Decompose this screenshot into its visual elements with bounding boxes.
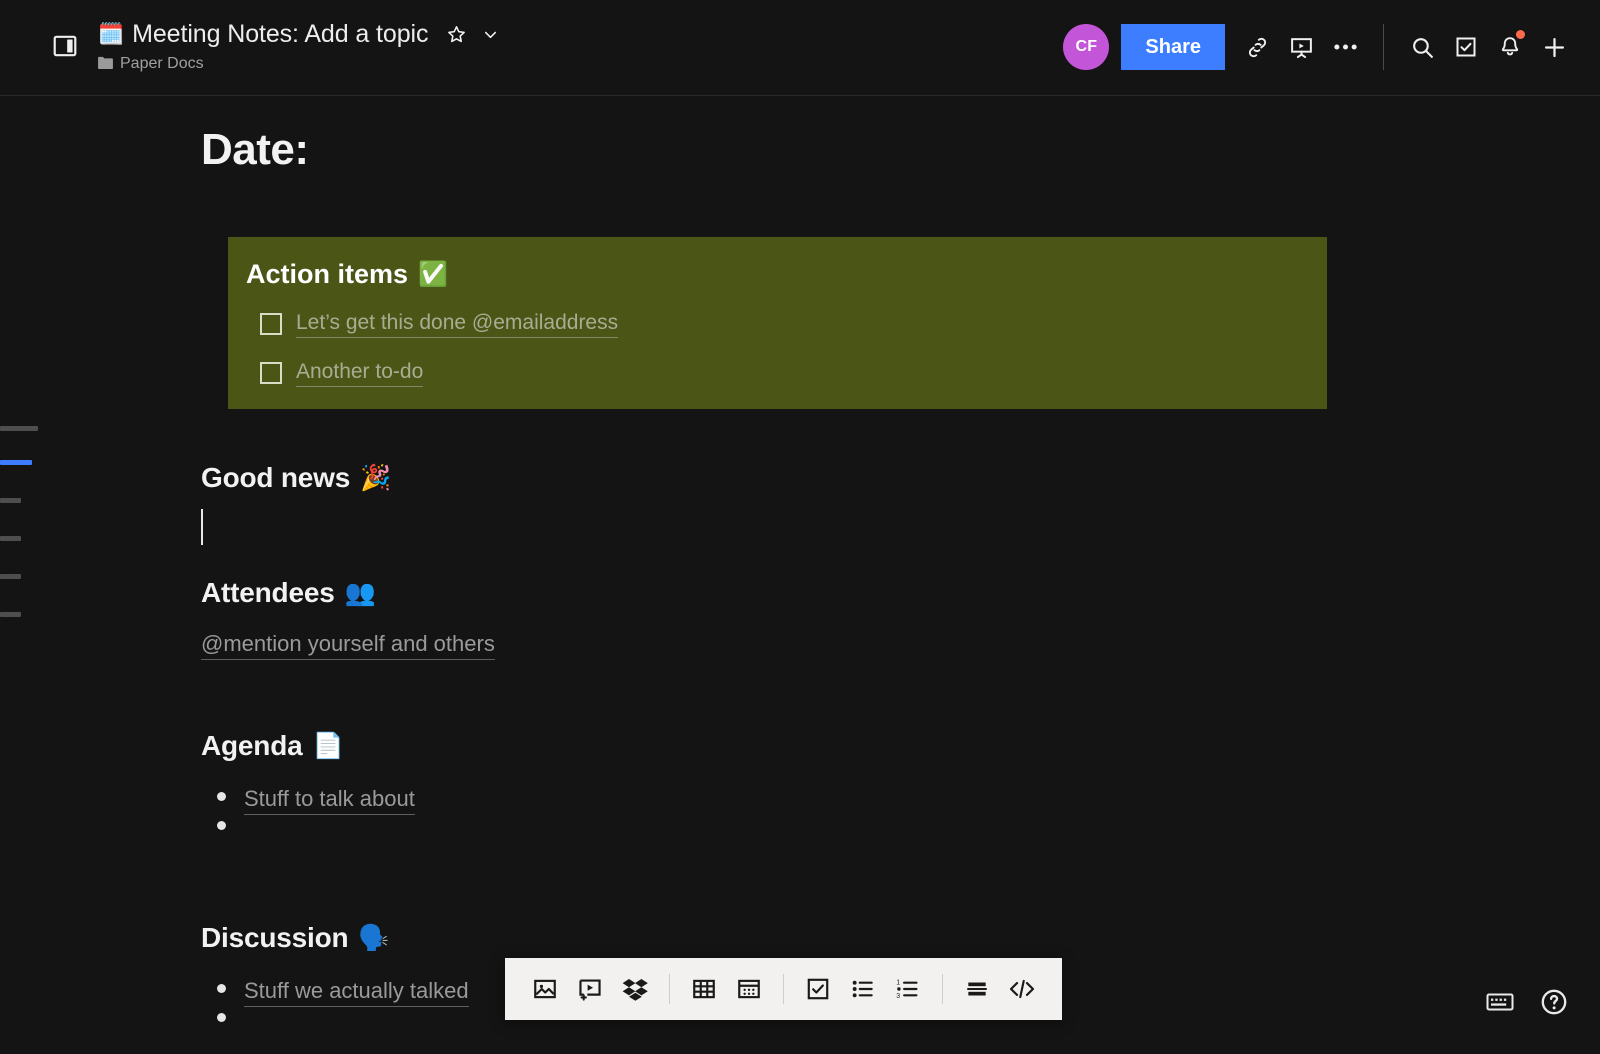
- insert-video-icon[interactable]: [568, 965, 613, 1013]
- breadcrumb-label: Paper Docs: [120, 55, 204, 72]
- todos-icon[interactable]: [1444, 24, 1488, 70]
- svg-text:1: 1: [896, 980, 900, 987]
- list-item[interactable]: [217, 821, 244, 835]
- attendees-placeholder-text[interactable]: @mention yourself and others: [201, 631, 495, 660]
- todo-label[interactable]: Let’s get this done @emailaddress: [296, 311, 619, 338]
- top-bar: 🗓️ Meeting Notes: Add a topic Paper Docs: [0, 0, 1600, 96]
- check-mark-emoji-icon: ✅: [418, 260, 448, 288]
- section-heading-attendees[interactable]: Attendees 👥: [201, 577, 376, 609]
- insert-toolbar[interactable]: 1 3: [505, 958, 1062, 1020]
- help-icon[interactable]: [1540, 988, 1568, 1016]
- notifications-icon[interactable]: [1488, 24, 1532, 70]
- list-item-label[interactable]: Stuff to talk about: [244, 786, 415, 815]
- insert-image-icon[interactable]: [523, 965, 568, 1013]
- toolbar-divider: [783, 974, 784, 1004]
- speaking-head-emoji-icon: 🗣️: [358, 923, 390, 952]
- notification-badge: [1516, 30, 1525, 39]
- callout-title: Action items ✅: [246, 259, 1327, 290]
- list-item[interactable]: Stuff to talk about: [217, 786, 415, 815]
- document-title-block: 🗓️ Meeting Notes: Add a topic Paper Docs: [98, 17, 500, 73]
- bullet-icon: [217, 821, 226, 830]
- insert-code-icon[interactable]: [999, 965, 1044, 1013]
- present-icon[interactable]: [1279, 24, 1323, 70]
- page-title[interactable]: Meeting Notes: Add a topic: [132, 20, 428, 49]
- todo-item[interactable]: Another to-do: [260, 353, 1327, 393]
- todo-item[interactable]: Let’s get this done @emailaddress: [260, 304, 1327, 344]
- insert-divider-icon[interactable]: [955, 965, 1000, 1013]
- section-heading-discussion[interactable]: Discussion 🗣️: [201, 922, 390, 954]
- search-icon[interactable]: [1400, 24, 1444, 70]
- section-heading-text: Good news: [201, 462, 351, 493]
- more-options-icon[interactable]: [1323, 24, 1367, 70]
- bullet-icon: [217, 792, 226, 801]
- top-bar-actions: CF Share: [1063, 0, 1600, 96]
- bullet-icon: [217, 984, 226, 993]
- bullet-icon: [217, 1013, 226, 1022]
- list-item[interactable]: [217, 1013, 244, 1027]
- toolbar-divider: [941, 974, 943, 1004]
- insert-date-icon[interactable]: [726, 965, 771, 1013]
- action-items-callout[interactable]: Action items ✅ Let’s get this done @emai…: [228, 237, 1327, 409]
- section-heading-text: Discussion: [201, 922, 349, 953]
- checkbox-icon[interactable]: [260, 313, 282, 335]
- title-row: 🗓️ Meeting Notes: Add a topic: [98, 17, 500, 51]
- copy-link-icon[interactable]: [1235, 24, 1279, 70]
- numbered-list-icon[interactable]: 1 3: [885, 965, 930, 1013]
- section-heading-text: Agenda: [201, 730, 303, 761]
- page-facing-up-emoji-icon: 📄: [312, 731, 344, 760]
- bottom-right-actions: [1486, 988, 1568, 1016]
- text-caret: [201, 509, 203, 545]
- document-body: Date: Action items ✅ Let’s get this done…: [0, 96, 1600, 1054]
- chevron-down-icon[interactable]: [481, 25, 500, 44]
- share-button[interactable]: Share: [1121, 24, 1225, 70]
- bulleted-list-icon[interactable]: [841, 965, 886, 1013]
- avatar[interactable]: CF: [1063, 24, 1110, 70]
- todo-label[interactable]: Another to-do: [296, 360, 424, 387]
- party-popper-emoji-icon: 🎉: [360, 463, 392, 492]
- toolbar-divider: [1383, 24, 1384, 70]
- callout-title-text: Action items: [246, 259, 409, 289]
- checkbox-icon[interactable]: [260, 362, 282, 384]
- keyboard-icon[interactable]: [1486, 991, 1514, 1013]
- insert-todo-icon[interactable]: [796, 965, 841, 1013]
- folder-icon: [98, 56, 113, 72]
- list-item-label[interactable]: Stuff we actually talked: [244, 978, 469, 1007]
- section-heading-text: Attendees: [201, 577, 335, 608]
- dropbox-file-icon[interactable]: [612, 965, 657, 1013]
- create-new-icon[interactable]: [1532, 24, 1576, 70]
- list-item[interactable]: Stuff we actually talked: [217, 978, 469, 1007]
- date-heading[interactable]: Date:: [201, 125, 309, 175]
- busts-in-silhouette-emoji-icon: 👥: [344, 578, 376, 607]
- section-heading-good-news[interactable]: Good news 🎉: [201, 462, 391, 494]
- section-heading-agenda[interactable]: Agenda 📄: [201, 730, 344, 762]
- toolbar-divider: [668, 974, 670, 1004]
- svg-text:3: 3: [896, 993, 900, 1000]
- star-icon[interactable]: [446, 24, 467, 45]
- insert-table-icon[interactable]: [682, 965, 727, 1013]
- calendar-emoji-icon: 🗓️: [98, 22, 125, 46]
- sidebar-toggle-icon[interactable]: [52, 33, 78, 59]
- breadcrumb[interactable]: Paper Docs: [98, 55, 500, 73]
